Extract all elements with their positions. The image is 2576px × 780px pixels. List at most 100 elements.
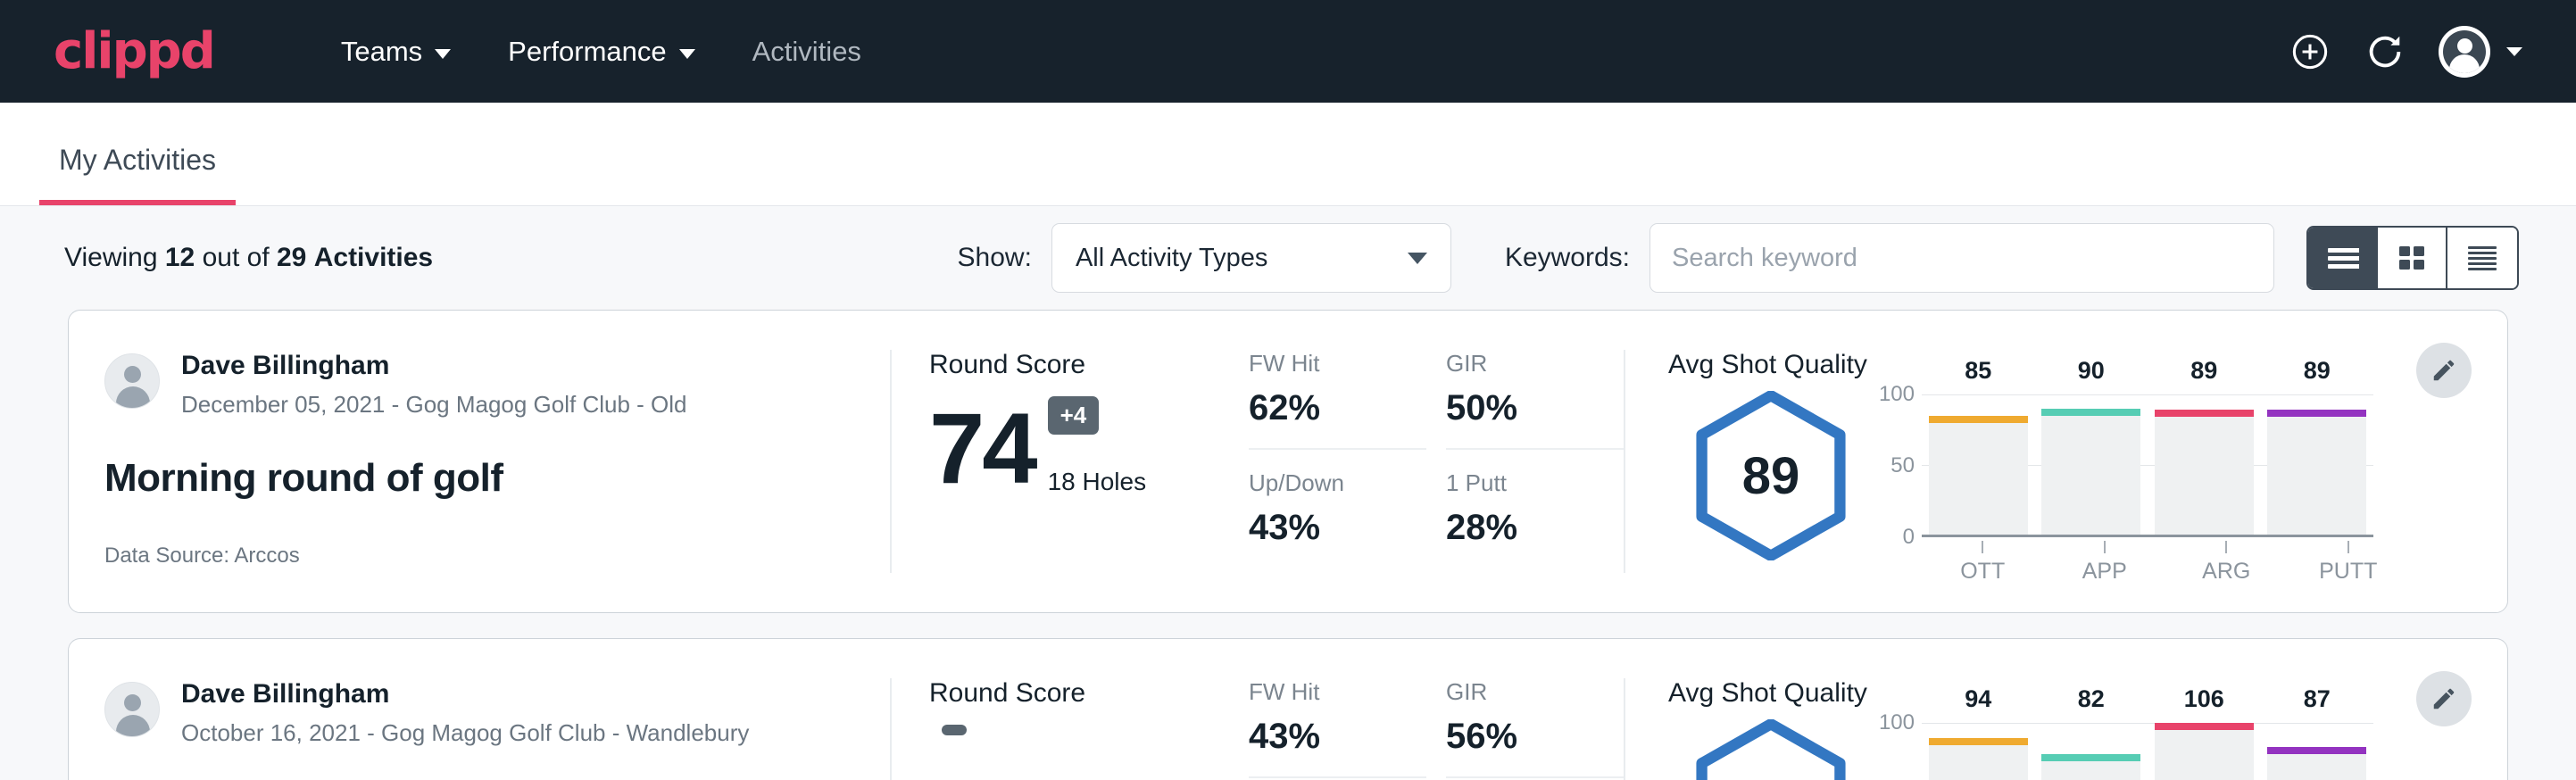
bar-ott-cap	[1929, 416, 2028, 423]
activity-info: Dave Billingham October 16, 2021 - Gog M…	[69, 639, 890, 780]
activity-data-source: Data Source: Arccos	[104, 544, 854, 568]
edit-activity-button[interactable]	[2416, 343, 2472, 398]
nav-item-activities[interactable]: Activities	[724, 36, 890, 68]
filter-controls: Show: All Activity Types Keywords: Searc…	[958, 223, 2519, 293]
chevron-down-icon	[679, 49, 695, 59]
search-input-placeholder: Search keyword	[1672, 244, 1857, 273]
avg-shot-quality-block: Avg Shot Quality 100 50	[1625, 639, 2507, 780]
score-delta-badge: +4	[1048, 396, 1100, 435]
shot-quality-bar-chart: 100 50 0 94	[1874, 714, 2373, 780]
tab-bar: My Activities	[0, 103, 2576, 206]
chart-y-axis: 100 50 0	[1874, 723, 1922, 780]
stat-fw-hit-label: FW Hit	[1249, 678, 1426, 706]
bar-ott-value: 94	[1929, 685, 2028, 713]
keywords-label: Keywords:	[1505, 243, 1630, 273]
activity-meta: October 16, 2021 - Gog Magog Golf Club -…	[181, 719, 749, 747]
stat-up-down-value: 43%	[1249, 508, 1426, 548]
bar-ott-value: 85	[1929, 357, 2028, 385]
bar-putt-value: 89	[2267, 357, 2366, 385]
tab-my-activities[interactable]: My Activities	[39, 144, 236, 205]
bar-app-value: 90	[2041, 357, 2140, 385]
nav-item-activities-label: Activities	[752, 36, 861, 68]
chart-plot-area: 85 90	[1922, 394, 2373, 537]
refresh-icon[interactable]	[2364, 30, 2406, 73]
avg-shot-quality-value	[1691, 719, 1850, 780]
activity-card[interactable]: Dave Billingham October 16, 2021 - Gog M…	[68, 638, 2508, 780]
nav-item-teams-label: Teams	[341, 36, 422, 68]
show-label: Show:	[958, 243, 1032, 273]
bar-putt: 89	[2267, 394, 2366, 535]
round-score-block: Round Score	[892, 639, 1249, 780]
search-input[interactable]: Search keyword	[1649, 223, 2274, 293]
quality-hexagon	[1668, 714, 1874, 780]
clippd-logo[interactable]: clippd	[54, 27, 214, 77]
bar-arg-value: 106	[2155, 685, 2254, 713]
viewing-prefix: Viewing	[64, 243, 158, 272]
activity-card[interactable]: Dave Billingham December 05, 2021 - Gog …	[68, 310, 2508, 613]
avatar	[104, 353, 160, 409]
round-score-row	[929, 725, 1249, 780]
bar-arg-cap	[2155, 410, 2254, 417]
y-tick-0: 0	[1903, 525, 1915, 550]
stat-gir: GIR 56%	[1446, 678, 1624, 778]
chevron-down-icon	[1408, 253, 1427, 264]
score-delta-badge	[942, 725, 967, 735]
x-label-arg: ARG	[2173, 541, 2280, 585]
stat-gir-value: 56%	[1446, 717, 1624, 757]
quality-hexagon: 89	[1668, 386, 1874, 560]
x-label-ott: OTT	[1929, 541, 2036, 585]
bar-ott: 85	[1929, 394, 2028, 535]
shot-quality-bar-chart: 100 50 0 85	[1874, 386, 2373, 537]
viewing-count-text: Viewing 12 out of 29 Activities	[64, 243, 433, 273]
stat-one-putt-label: 1 Putt	[1446, 469, 1624, 497]
stat-gir-value: 50%	[1446, 388, 1624, 428]
bar-app: 82	[2041, 723, 2140, 780]
stat-fw-hit-value: 43%	[1249, 717, 1426, 757]
y-tick-100: 100	[1879, 382, 1915, 407]
round-score-block: Round Score 74 +4 18 Holes	[892, 311, 1249, 612]
stat-gir: GIR 50%	[1446, 350, 1624, 450]
activity-type-select[interactable]: All Activity Types	[1051, 223, 1451, 293]
nav-item-performance[interactable]: Performance	[479, 36, 723, 68]
viewing-total: 29	[277, 243, 306, 272]
y-tick-50: 50	[1890, 453, 1915, 478]
stat-gir-label: GIR	[1446, 678, 1624, 706]
nav-item-performance-label: Performance	[508, 36, 666, 68]
bar-app: 90	[2041, 394, 2140, 535]
bar-app-cap	[2041, 754, 2140, 761]
stat-fw-hit: FW Hit 62%	[1249, 350, 1426, 450]
view-mode-toggle	[2306, 226, 2519, 290]
chevron-down-icon	[435, 49, 451, 59]
bar-arg-cap	[2155, 723, 2254, 730]
bar-arg-value: 89	[2155, 357, 2254, 385]
bar-arg: 89	[2155, 394, 2254, 535]
viewing-count: 12	[165, 243, 195, 272]
player-name: Dave Billingham	[181, 678, 749, 710]
view-mode-list-button[interactable]	[2308, 228, 2378, 288]
avg-shot-quality-block: Avg Shot Quality 89 100 50	[1625, 311, 2507, 612]
edit-activity-button[interactable]	[2416, 671, 2472, 726]
round-score-label: Round Score	[929, 350, 1249, 380]
add-circle-icon[interactable]	[2289, 30, 2331, 73]
top-navigation-bar: clippd Teams Performance Activities	[0, 0, 2576, 103]
stat-gir-label: GIR	[1446, 350, 1624, 378]
activity-meta: December 05, 2021 - Gog Magog Golf Club …	[181, 391, 687, 419]
bar-arg: 106	[2155, 723, 2254, 780]
round-score-label: Round Score	[929, 678, 1249, 709]
primary-nav: Teams Performance Activities	[312, 36, 890, 68]
user-menu[interactable]	[2439, 26, 2522, 78]
view-mode-compact-button[interactable]	[2447, 228, 2517, 288]
activity-list: Dave Billingham December 05, 2021 - Gog …	[0, 310, 2576, 780]
holes-label: 18 Holes	[1048, 468, 1147, 496]
bar-app-value: 82	[2041, 685, 2140, 713]
x-label-putt: PUTT	[2295, 541, 2402, 585]
player-row: Dave Billingham October 16, 2021 - Gog M…	[104, 678, 854, 747]
bar-ott-cap	[1929, 738, 2028, 745]
round-score-value: 74	[929, 402, 1035, 496]
activity-title: Morning round of golf	[104, 456, 854, 501]
avatar	[2439, 26, 2490, 78]
stat-one-putt: 1 Putt 28%	[1446, 469, 1624, 562]
view-mode-grid-button[interactable]	[2378, 228, 2447, 288]
nav-item-teams[interactable]: Teams	[312, 36, 479, 68]
stat-fw-hit-value: 62%	[1249, 388, 1426, 428]
